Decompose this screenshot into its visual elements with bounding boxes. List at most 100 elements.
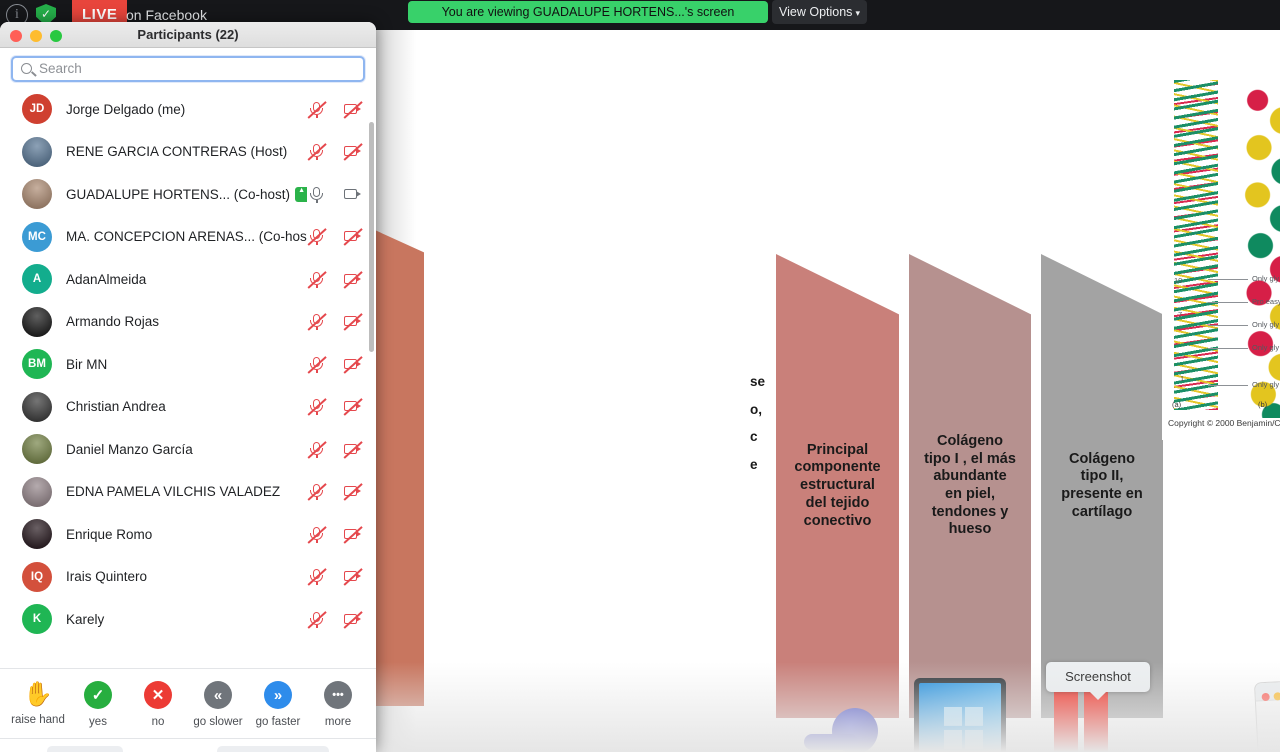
view-options-label: View Options [779,5,853,19]
microphone-muted-icon[interactable] [307,525,327,544]
participant-row[interactable]: Enrique Romo [0,513,376,556]
participant-row[interactable]: RENE GARCIA CONTRERAS (Host) [0,131,376,174]
search-box[interactable] [11,56,365,82]
maximize-button[interactable] [50,30,62,42]
microphone-muted-icon[interactable] [307,483,327,501]
occluded-text-fragment: se o, c e [750,374,766,473]
raise-hand-icon: ✋ [23,681,53,708]
participant-controls [307,610,363,629]
participant-row[interactable]: IQ Irais Quintero [0,556,376,599]
more-icon: ••• [324,681,352,709]
microphone-muted-icon[interactable] [307,143,327,161]
microphone-muted-icon[interactable] [307,355,327,374]
participant-name: Bir MN [66,356,108,372]
participant-row[interactable]: BM Bir MN [0,343,376,386]
reaction-no[interactable]: ✕ no [128,681,188,728]
avatar: MC [22,221,52,252]
participant-row[interactable]: Christian Andrea [0,386,376,429]
participant-controls [307,525,363,544]
figure-label-3: Only gly [1206,343,1280,352]
unmute-me-button[interactable]: Unmute Me [217,746,329,752]
search-input[interactable] [39,58,339,80]
windows-vm-icon[interactable] [914,678,1006,752]
microphone-muted-icon[interactable] [307,610,327,629]
reaction-go-faster[interactable]: » go faster [248,681,308,728]
scrollbar[interactable] [369,122,374,352]
view-options-button[interactable]: View Options ▾ [772,0,867,24]
participant-row[interactable]: EDNA PAMELA VILCHIS VALADEZ [0,471,376,514]
minimize-button[interactable] [30,30,42,42]
participant-row[interactable]: A AdanAlmeida [0,258,376,301]
participant-controls [307,100,363,119]
reaction-label: more [324,716,352,728]
avatar [22,179,52,210]
reaction-go-slower[interactable]: « go slower [188,681,248,728]
participant-controls [307,186,362,203]
search-area [0,48,376,88]
participant-controls [307,568,363,586]
avatar: IQ [22,561,52,592]
microphone-muted-icon[interactable] [307,398,327,416]
participant-name: AdanAlmeida [66,271,147,287]
avatar [22,519,52,550]
camera-off-icon[interactable] [343,143,363,161]
chevron-label-1: Principal componente estructural del tej… [794,441,881,529]
participant-controls [307,440,363,459]
figure-copyright: Copyright © 2000 Benjamin/Cummings, an i… [1168,418,1280,428]
microphone-muted-icon[interactable] [307,568,327,586]
participant-name: Karely [66,611,105,627]
figure-label-4: Only gly [1206,380,1280,389]
camera-off-icon[interactable] [343,313,363,331]
camera-off-icon[interactable] [343,270,363,289]
camera-off-icon[interactable] [343,483,363,501]
participant-row[interactable]: Daniel Manzo García [0,428,376,471]
participant-row[interactable]: MC MA. CONCEPCION ARENAS... (Co-host) [0,216,376,259]
figure-number-1: 1 [1180,374,1185,383]
invite-button[interactable]: Invite [47,746,123,752]
microphone-muted-icon[interactable] [307,100,327,119]
camera-off-icon[interactable] [343,355,363,374]
participant-controls [307,355,363,374]
participant-row[interactable]: JD Jorge Delgado (me) [0,88,376,131]
camera-off-icon[interactable] [343,398,363,416]
figure-number-7: 7 [1178,310,1183,319]
participant-controls [307,228,363,246]
camera-off-icon[interactable] [343,228,363,246]
camera-off-icon[interactable] [343,568,363,586]
panel-letter-a: (a) [1172,400,1182,409]
figure-label-2: Only gly [1206,320,1280,329]
browser-icon[interactable] [804,708,878,752]
go-slower-icon: « [204,681,232,709]
books-icon[interactable] [1054,680,1110,752]
participants-footer: Invite Unmute Me [0,738,376,752]
chevron-shape-2: Colágeno tipo I , el más abundante en pi… [909,254,1031,718]
participant-name: Armando Rojas [66,314,160,330]
microphone-muted-icon[interactable] [307,228,327,246]
participant-row[interactable]: K Karely [0,598,376,641]
participant-row[interactable]: GUADALUPE HORTENS... (Co-host) [0,173,376,216]
microphone-muted-icon[interactable] [307,313,327,331]
avatar: K [22,604,52,635]
participant-row[interactable]: Armando Rojas [0,301,376,344]
camera-off-icon[interactable] [343,100,363,119]
chevron-shape-1: Principal componente estructural del tej… [776,254,899,718]
avatar [22,476,52,507]
close-button[interactable] [10,30,22,42]
chevron-shape-0 [376,226,424,706]
microphone-icon[interactable] [307,186,326,203]
camera-off-icon[interactable] [343,610,363,629]
reaction-yes[interactable]: ✓ yes [68,681,128,728]
camera-off-icon[interactable] [343,525,363,544]
microphone-muted-icon[interactable] [307,440,327,459]
screenshot-app-icon[interactable] [1253,677,1280,752]
reaction-label: go faster [255,716,301,728]
participant-list[interactable]: JD Jorge Delgado (me) RENE GARCIA CONTRERA… [0,88,376,668]
reaction-raise-hand[interactable]: ✋ raise hand [8,681,68,727]
camera-off-icon[interactable] [343,440,363,459]
avatar: A [22,264,52,295]
window-titlebar: Participants (22) [0,22,376,48]
camera-icon[interactable] [343,186,362,203]
reaction-more[interactable]: ••• more [308,681,368,728]
microphone-muted-icon[interactable] [307,270,327,289]
chevron-shape-3: Colágeno tipo II, presente en cartílago [1041,254,1163,718]
